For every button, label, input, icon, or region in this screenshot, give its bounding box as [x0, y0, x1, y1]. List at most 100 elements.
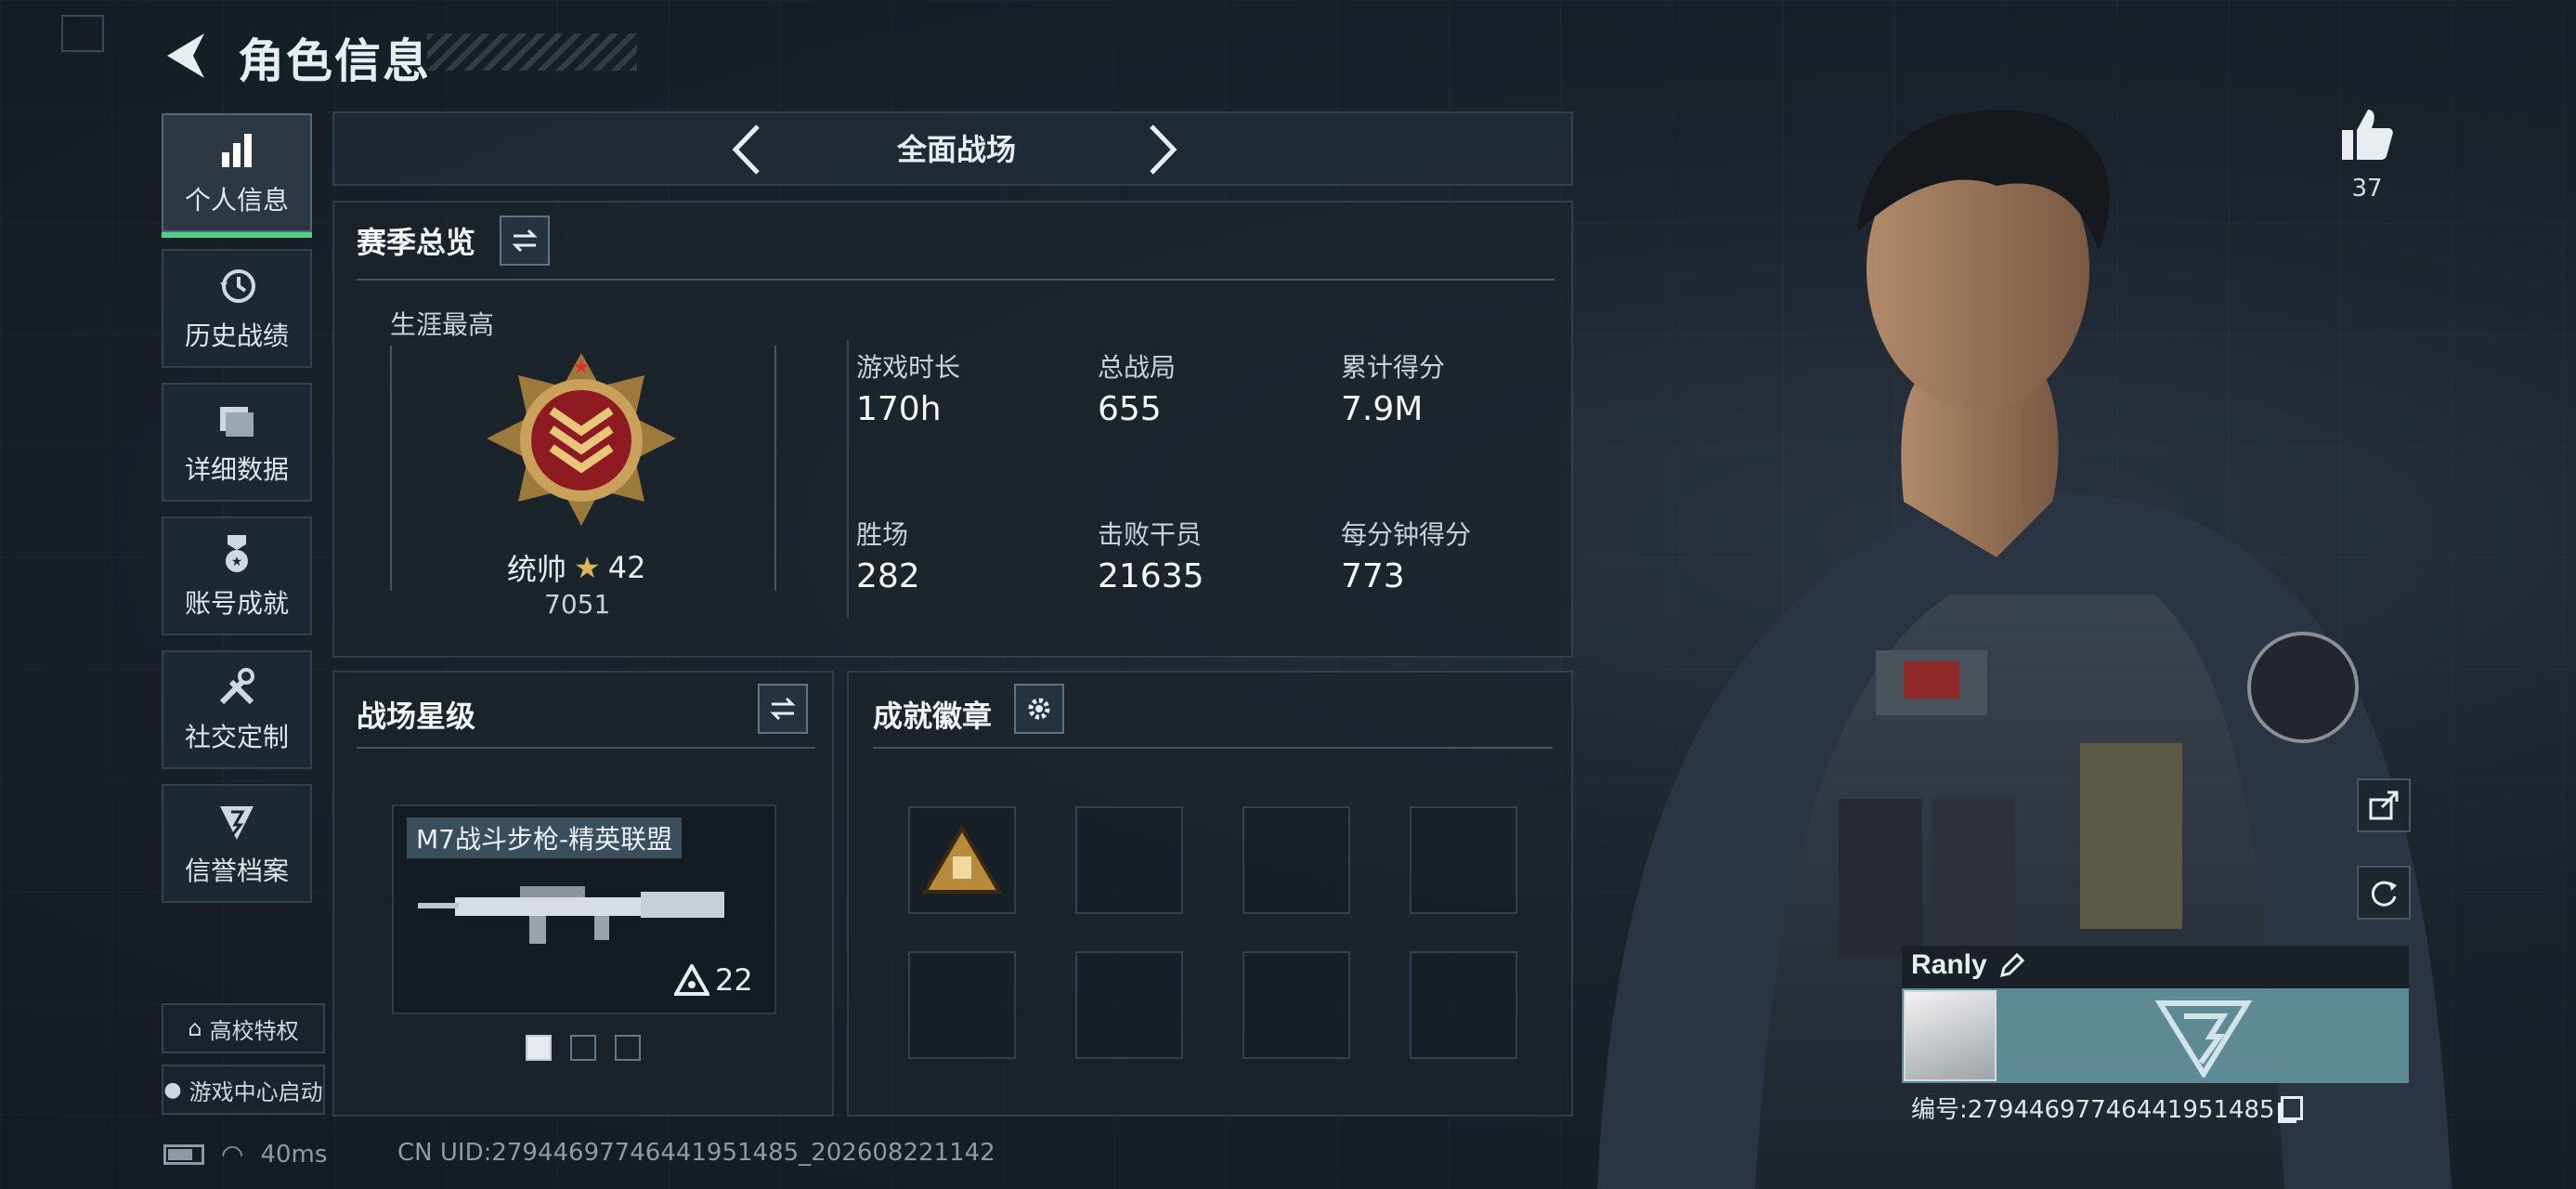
back-arrow-icon [167, 33, 204, 78]
campus-icon: ⌂ [188, 1015, 202, 1041]
sidebar-item-label: 账号成就 [184, 588, 289, 619]
folder-icon [220, 407, 254, 437]
stat-value-wins: 282 [856, 557, 920, 595]
page-title: 角色信息 [238, 34, 431, 88]
share-button[interactable] [2357, 778, 2411, 832]
weapon-level-row: 22 [674, 962, 753, 998]
back-button[interactable] [160, 28, 215, 84]
sidebar-item-label: 历史战绩 [184, 320, 289, 351]
rank-level: 42 [607, 550, 646, 585]
pencil-icon [1999, 952, 2025, 978]
season-overview-title: 赛季总览 [357, 225, 476, 260]
refresh-button[interactable] [2357, 866, 2411, 920]
stat-divider [847, 340, 849, 619]
chevron-left-icon [732, 124, 760, 175]
tools-icon [219, 668, 254, 705]
mode-prev-button[interactable] [721, 117, 776, 182]
divider [357, 747, 815, 749]
achievements-settings-button[interactable] [1014, 684, 1064, 734]
sidebar-item-details[interactable]: 详细数据 [162, 383, 312, 502]
campus-privilege-label: 高校特权 [209, 1017, 299, 1044]
badge-slot-5[interactable] [908, 951, 1016, 1059]
stat-label-kills: 击败干员 [1098, 519, 1203, 550]
badge-slot-1[interactable] [908, 806, 1016, 914]
page-dot-2[interactable] [570, 1035, 596, 1061]
stat-value-total-matches: 655 [1098, 390, 1162, 428]
page-dot-3[interactable] [615, 1035, 641, 1061]
badge-slot-2[interactable] [1075, 806, 1183, 914]
swap-icon [770, 697, 796, 721]
status-bar: ◠ 40ms [163, 1139, 327, 1169]
career-high-label: 生涯最高 [390, 309, 495, 340]
avatar [1904, 990, 1997, 1081]
divider [873, 747, 1553, 749]
stat-value-kills: 21635 [1098, 557, 1204, 595]
sidebar-item-credit[interactable]: 信誉档案 [162, 784, 312, 903]
rank-points: 7051 [544, 589, 611, 620]
sidebar-item-label: 社交定制 [184, 722, 289, 752]
gear-icon [1028, 698, 1050, 720]
player-id-text: 编号:27944697746441951485 [1911, 1096, 2275, 1124]
badge-slot-3[interactable] [1242, 806, 1350, 914]
copy-icon[interactable] [2280, 1095, 2303, 1120]
star-icon: ★ [574, 550, 601, 585]
sidebar-item-achievements[interactable]: ★ 账号成就 [162, 516, 312, 635]
badge-slot-4[interactable] [1410, 806, 1517, 914]
stat-label-total-matches: 总战局 [1098, 352, 1177, 383]
like-button[interactable] [2336, 104, 2398, 169]
like-count: 37 [2351, 175, 2383, 203]
sidebar-item-label: 信誉档案 [184, 856, 289, 886]
corner-decoration [61, 15, 104, 52]
name-banner[interactable] [1902, 988, 2409, 1083]
sidebar-item-social[interactable]: 社交定制 [162, 650, 312, 769]
star-level-title: 战场星级 [357, 699, 476, 734]
stat-value-playtime: 170h [856, 390, 942, 428]
svg-text:★: ★ [231, 555, 243, 569]
mode-title: 全面战场 [896, 132, 1016, 167]
wifi-icon: ◠ [221, 1139, 244, 1169]
chevron-right-icon [1150, 124, 1177, 175]
stat-value-score-per-min: 773 [1341, 557, 1405, 595]
game-center-icon: ● [163, 1078, 182, 1102]
sidebar-item-label: 详细数据 [184, 454, 289, 485]
title-decoration [427, 33, 637, 71]
star-switch-button[interactable] [758, 684, 808, 734]
badge-icon [921, 825, 1003, 894]
stat-label-wins: 胜场 [856, 519, 909, 550]
weapon-name: M7战斗步枪-精英联盟 [407, 817, 683, 858]
page-dot-1[interactable] [526, 1035, 552, 1061]
player-id: 编号:27944697746441951485 [1911, 1091, 2303, 1125]
refresh-icon [2371, 881, 2397, 907]
game-center-button[interactable]: ● 游戏中心启动 [162, 1065, 325, 1115]
uid-text: CN UID:27944697746441951485_202608221142 [397, 1139, 995, 1167]
achievement-medal-icon: ★ [226, 535, 248, 572]
mode-next-button[interactable] [1133, 117, 1189, 182]
battery-icon [163, 1143, 204, 1165]
edit-name-button[interactable] [1997, 951, 2026, 985]
badge-slot-6[interactable] [1075, 951, 1183, 1059]
badge-slot-7[interactable] [1242, 951, 1350, 1059]
swap-icon [512, 229, 538, 253]
rank-name: 统帅 [507, 552, 567, 587]
game-center-label: 游戏中心启动 [189, 1078, 323, 1105]
campus-privilege-button[interactable]: ⌂ 高校特权 [162, 1003, 325, 1053]
faction-logo-icon [2154, 1000, 2253, 1078]
badge-slot-8[interactable] [1410, 951, 1517, 1059]
thumbs-up-icon [2342, 110, 2393, 160]
stat-value-total-score: 7.9M [1341, 390, 1424, 428]
rifle-icon [418, 886, 724, 944]
history-clock-icon [220, 269, 255, 303]
ping-text: 40ms [260, 1140, 328, 1169]
stat-label-total-score: 累计得分 [1341, 352, 1446, 383]
share-icon [2369, 790, 2399, 820]
sidebar-item-label: 个人信息 [184, 185, 289, 216]
sidebar-item-profile[interactable]: 个人信息 [162, 113, 312, 238]
weapon-level: 22 [715, 962, 753, 998]
achievements-title: 成就徽章 [873, 699, 993, 734]
player-name: Ranly [1911, 949, 1987, 980]
rank-emblem-icon: ★ [487, 353, 676, 526]
divider [357, 279, 1555, 281]
weapon-level-icon [674, 964, 709, 996]
season-switch-button[interactable] [500, 216, 550, 266]
sidebar-item-history[interactable]: 历史战绩 [162, 249, 312, 368]
